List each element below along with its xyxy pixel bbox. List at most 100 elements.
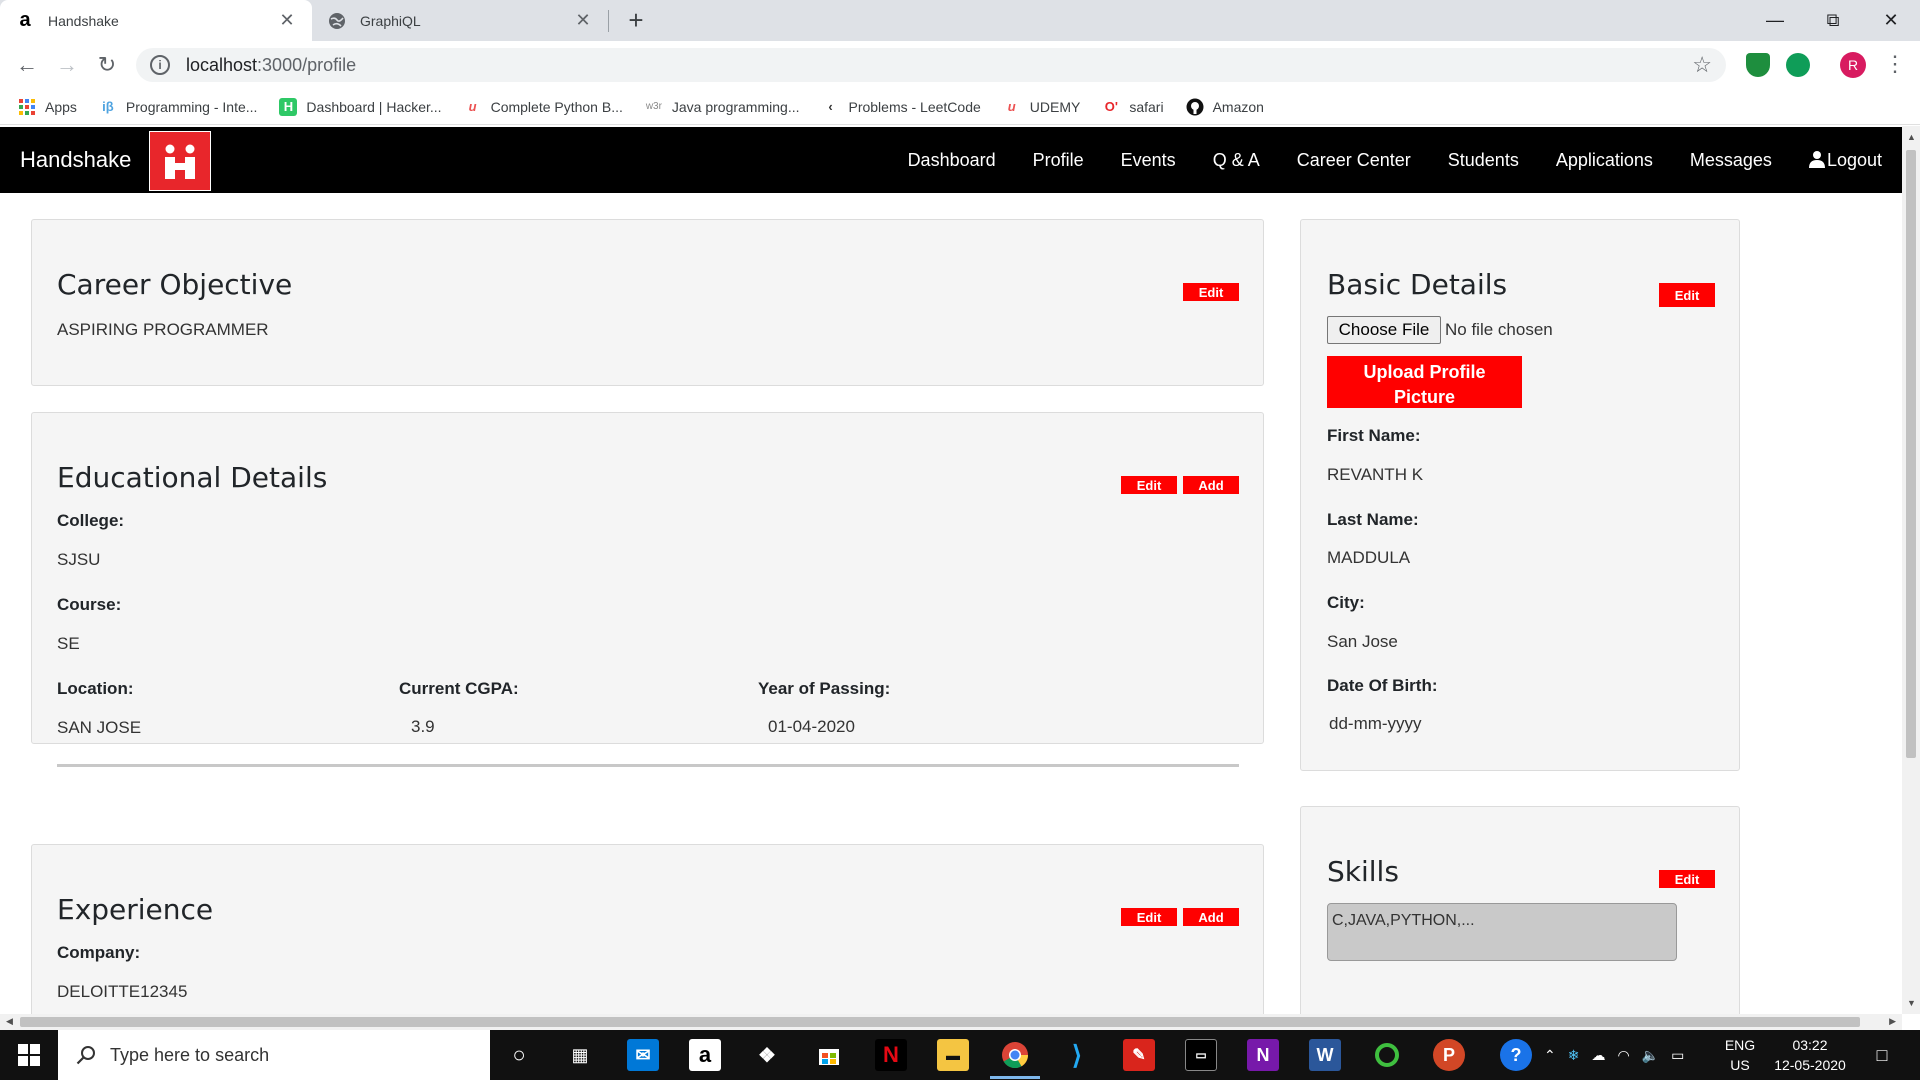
- skills-edit-button[interactable]: Edit: [1659, 870, 1715, 888]
- sync-icon[interactable]: [1371, 1039, 1403, 1071]
- scrollbar-thumb[interactable]: [20, 1017, 1860, 1027]
- bookmark-label: Complete Python B...: [490, 98, 623, 115]
- nav-dashboard[interactable]: Dashboard: [908, 150, 996, 171]
- windows-start-icon[interactable]: [0, 1030, 58, 1080]
- chrome-icon[interactable]: [999, 1039, 1031, 1071]
- file-explorer-icon[interactable]: ▬: [937, 1039, 969, 1071]
- task-view-icon[interactable]: ▦: [564, 1039, 596, 1071]
- scroll-right-icon[interactable]: ▶: [1889, 1016, 1896, 1027]
- tab-title: GraphiQL: [360, 12, 421, 29]
- nav-career-center[interactable]: Career Center: [1297, 150, 1411, 171]
- nav-logout[interactable]: Logout: [1808, 150, 1882, 171]
- main-nav: Dashboard Profile Events Q & A Career Ce…: [871, 127, 1882, 193]
- bookmark-label: Amazon: [1212, 98, 1264, 115]
- tab-handshake[interactable]: a Handshake ✕: [0, 0, 312, 41]
- acrobat-icon[interactable]: ✎: [1123, 1039, 1155, 1071]
- github-icon: [1186, 98, 1204, 116]
- education-edit-button[interactable]: Edit: [1121, 476, 1177, 494]
- scroll-up-icon[interactable]: ▲: [1907, 132, 1916, 142]
- language-indicator[interactable]: ENG US: [1720, 1035, 1760, 1075]
- horizontal-scrollbar[interactable]: ◀ ▶: [0, 1014, 1902, 1030]
- choose-file-button[interactable]: Choose File: [1327, 316, 1441, 344]
- cortana-icon[interactable]: ○: [503, 1039, 535, 1071]
- system-tray: ⌃ ❄ ☁ ◠ 🔈 ▭: [1544, 1030, 1684, 1080]
- nav-profile[interactable]: Profile: [1033, 150, 1084, 171]
- year-of-passing-label: Year of Passing:: [758, 679, 891, 698]
- experience-add-button[interactable]: Add: [1183, 908, 1239, 926]
- bookmark-python[interactable]: u Complete Python B...: [464, 98, 623, 116]
- close-tab-icon[interactable]: ✕: [276, 10, 298, 32]
- year-of-passing-value: 01-04-2020: [768, 717, 855, 736]
- green-extension-icon[interactable]: [1786, 53, 1810, 77]
- cloud-icon[interactable]: ☁: [1591, 1047, 1605, 1064]
- mail-icon[interactable]: ✉: [627, 1039, 659, 1071]
- basic-details-card: Basic Details Edit Choose File No file c…: [1300, 219, 1740, 771]
- taskbar-search-box[interactable]: Type here to search: [58, 1030, 490, 1080]
- bookmark-hackerrank[interactable]: H Dashboard | Hacker...: [279, 97, 442, 116]
- info-icon[interactable]: i: [150, 55, 170, 75]
- wifi-icon[interactable]: ◠: [1617, 1047, 1629, 1064]
- onenote-icon[interactable]: N: [1247, 1039, 1279, 1071]
- career-edit-button[interactable]: Edit: [1183, 283, 1239, 301]
- handshake-logo-icon[interactable]: [149, 131, 211, 191]
- chevron-up-icon[interactable]: ⌃: [1544, 1047, 1556, 1064]
- nav-students[interactable]: Students: [1448, 150, 1519, 171]
- bookmark-leetcode[interactable]: ‹ Problems - LeetCode: [821, 98, 980, 116]
- forward-icon[interactable]: →: [52, 50, 82, 80]
- bookmark-safari[interactable]: O' safari: [1102, 98, 1164, 116]
- help-icon[interactable]: ?: [1500, 1039, 1532, 1071]
- back-icon[interactable]: ←: [12, 50, 42, 80]
- bookmark-label: Apps: [45, 98, 77, 115]
- restore-button[interactable]: ⧉: [1804, 0, 1862, 41]
- user-icon: [1808, 150, 1825, 168]
- brand-name[interactable]: Handshake: [20, 147, 131, 173]
- nav-messages[interactable]: Messages: [1690, 150, 1772, 171]
- education-add-button[interactable]: Add: [1183, 476, 1239, 494]
- scroll-left-icon[interactable]: ◀: [6, 1016, 13, 1027]
- date-of-birth-input[interactable]: dd-mm-yyyy: [1329, 714, 1422, 734]
- nav-applications[interactable]: Applications: [1556, 150, 1653, 171]
- minimize-button[interactable]: —: [1746, 0, 1804, 41]
- language-code: ENG: [1724, 1037, 1756, 1053]
- profile-avatar[interactable]: R: [1840, 52, 1866, 78]
- bookmark-star-icon[interactable]: ☆: [1692, 52, 1712, 78]
- word-icon[interactable]: W: [1309, 1039, 1341, 1071]
- bookmarks-bar: Apps iβ Programming - Inte... H Dashboar…: [0, 89, 1920, 125]
- shield-extension-icon[interactable]: [1746, 53, 1770, 77]
- notifications-icon[interactable]: □: [1866, 1039, 1898, 1071]
- powerpoint-icon[interactable]: P: [1433, 1039, 1465, 1071]
- menu-icon[interactable]: ⋮: [1884, 53, 1906, 77]
- tab-graphiql[interactable]: GraphiQL ✕: [312, 0, 608, 41]
- battery-icon[interactable]: ▭: [1671, 1047, 1684, 1064]
- bookmark-programming[interactable]: iβ Programming - Inte...: [99, 98, 257, 116]
- store-icon[interactable]: [813, 1039, 845, 1071]
- browser-toolbar: ← → ↻ i localhost:3000/profile ☆ R ⋮: [0, 41, 1920, 89]
- bookmark-java[interactable]: w3r Java programming...: [645, 98, 800, 116]
- nav-events[interactable]: Events: [1121, 150, 1176, 171]
- bookmark-udemy[interactable]: u UDEMY: [1003, 98, 1081, 116]
- skills-textarea[interactable]: C,JAVA,PYTHON,...: [1327, 903, 1677, 961]
- new-tab-button[interactable]: +: [622, 5, 650, 35]
- address-bar[interactable]: i localhost:3000/profile ☆: [136, 48, 1726, 82]
- bookmark-apps[interactable]: Apps: [18, 98, 77, 116]
- upload-profile-picture-button[interactable]: Upload Profile Picture: [1327, 356, 1522, 408]
- snowflake-icon[interactable]: ❄: [1568, 1047, 1580, 1064]
- experience-edit-button[interactable]: Edit: [1121, 908, 1177, 926]
- nav-q-and-a[interactable]: Q & A: [1213, 150, 1260, 171]
- vertical-scrollbar[interactable]: ▲ ▼: [1902, 126, 1920, 1014]
- dropbox-icon[interactable]: ❖: [751, 1039, 783, 1071]
- netflix-icon[interactable]: N: [875, 1039, 907, 1071]
- clock[interactable]: 03:22 12-05-2020: [1770, 1035, 1850, 1075]
- reload-icon[interactable]: ↻: [92, 50, 122, 80]
- basic-edit-button[interactable]: Edit: [1659, 283, 1715, 307]
- terminal-icon[interactable]: ▭: [1185, 1039, 1217, 1071]
- bookmark-amazon[interactable]: Amazon: [1186, 98, 1264, 116]
- volume-icon[interactable]: 🔈: [1642, 1047, 1659, 1064]
- search-placeholder: Type here to search: [110, 1044, 270, 1065]
- amazon-icon[interactable]: a: [689, 1039, 721, 1071]
- close-tab-icon[interactable]: ✕: [572, 10, 594, 32]
- close-window-button[interactable]: ✕: [1862, 0, 1920, 41]
- scrollbar-thumb[interactable]: [1906, 150, 1916, 758]
- vscode-icon[interactable]: ⟩: [1061, 1039, 1093, 1071]
- scroll-down-icon[interactable]: ▼: [1907, 998, 1916, 1008]
